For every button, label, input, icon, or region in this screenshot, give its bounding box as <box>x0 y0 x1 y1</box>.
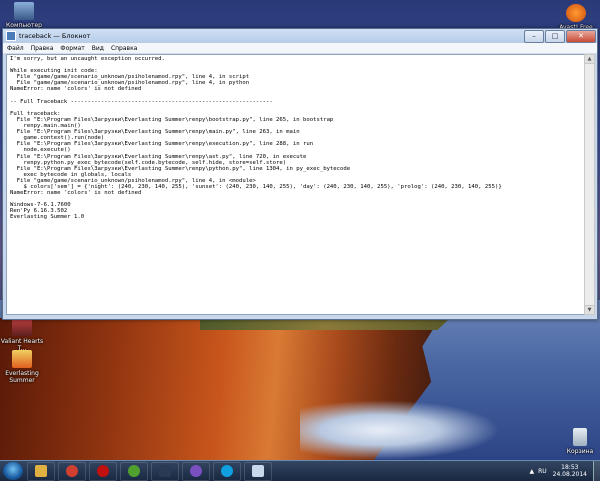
chrome-icon <box>66 465 78 477</box>
clock-time: 18:53 <box>561 464 579 471</box>
text-editor[interactable]: I'm sorry, but an uncaught exception occ… <box>6 54 585 315</box>
menu-edit[interactable]: Правка <box>31 45 54 52</box>
maximize-button[interactable]: □ <box>545 29 565 43</box>
taskbar-app-viber[interactable] <box>182 461 210 481</box>
close-button[interactable]: ✕ <box>566 29 596 43</box>
editor-content: I'm sorry, but an uncaught exception occ… <box>10 56 502 221</box>
everlasting-summer-icon <box>12 350 32 368</box>
skype-icon <box>221 465 233 477</box>
menu-bar: Файл Правка Формат Вид Справка <box>3 43 597 54</box>
vertical-scrollbar[interactable]: ▲ ▼ <box>584 54 595 315</box>
scroll-down-arrow[interactable]: ▼ <box>585 305 594 314</box>
opera-icon <box>97 465 109 477</box>
avast-icon <box>566 4 586 22</box>
desktop-icon-everlasting-summer[interactable]: Everlasting Summer <box>0 350 44 384</box>
window-title: traceback — Блокнот <box>19 32 91 40</box>
viber-icon <box>190 465 202 477</box>
valiant-hearts-icon <box>12 318 32 336</box>
taskbar-app-opera[interactable] <box>89 461 117 481</box>
tray-expand-icon[interactable]: ▲ <box>529 468 534 475</box>
taskbar: ▲ RU 18:53 24.08.2014 <box>0 460 600 481</box>
desktop-icon-avast[interactable]: Avast! Free <box>554 4 598 31</box>
desktop-icon-valiant-hearts[interactable]: Valiant Hearts T... <box>0 318 44 352</box>
taskbar-app-skype[interactable] <box>213 461 241 481</box>
taskbar-app-chrome[interactable] <box>58 461 86 481</box>
desktop-icon-computer[interactable]: Компьютер <box>2 2 46 29</box>
desktop-icon-recycle-bin[interactable]: Корзина <box>558 428 600 455</box>
notepad-icon <box>6 31 16 41</box>
scroll-up-arrow[interactable]: ▲ <box>585 55 594 64</box>
system-tray: ▲ RU 18:53 24.08.2014 <box>529 461 600 481</box>
desktop-icon-label: Everlasting Summer <box>5 370 39 384</box>
menu-help[interactable]: Справка <box>111 45 137 52</box>
menu-format[interactable]: Формат <box>60 45 84 52</box>
taskbar-app-explorer[interactable] <box>27 461 55 481</box>
utorrent-icon <box>128 465 140 477</box>
wallpaper-surf <box>300 400 500 460</box>
clock[interactable]: 18:53 24.08.2014 <box>553 464 587 478</box>
taskbar-app-utorrent[interactable] <box>120 461 148 481</box>
notepad-window[interactable]: traceback — Блокнот – □ ✕ Файл Правка Фо… <box>2 28 598 320</box>
explorer-icon <box>35 465 47 477</box>
taskbar-app-notepad[interactable] <box>244 461 272 481</box>
show-desktop-button[interactable] <box>593 461 600 481</box>
minimize-button[interactable]: – <box>524 29 544 43</box>
recycle-bin-icon <box>573 428 587 446</box>
taskbar-app-steam[interactable] <box>151 461 179 481</box>
language-indicator[interactable]: RU <box>538 468 547 475</box>
menu-view[interactable]: Вид <box>92 45 104 52</box>
taskbar-apps <box>27 461 275 481</box>
computer-icon <box>14 2 34 20</box>
desktop-icon-label: Корзина <box>566 448 594 455</box>
steam-icon <box>159 465 171 477</box>
notepad-icon <box>252 465 264 477</box>
start-button[interactable] <box>3 462 23 480</box>
clock-date: 24.08.2014 <box>552 471 587 478</box>
window-titlebar[interactable]: traceback — Блокнот – □ ✕ <box>3 29 597 43</box>
menu-file[interactable]: Файл <box>7 45 24 52</box>
